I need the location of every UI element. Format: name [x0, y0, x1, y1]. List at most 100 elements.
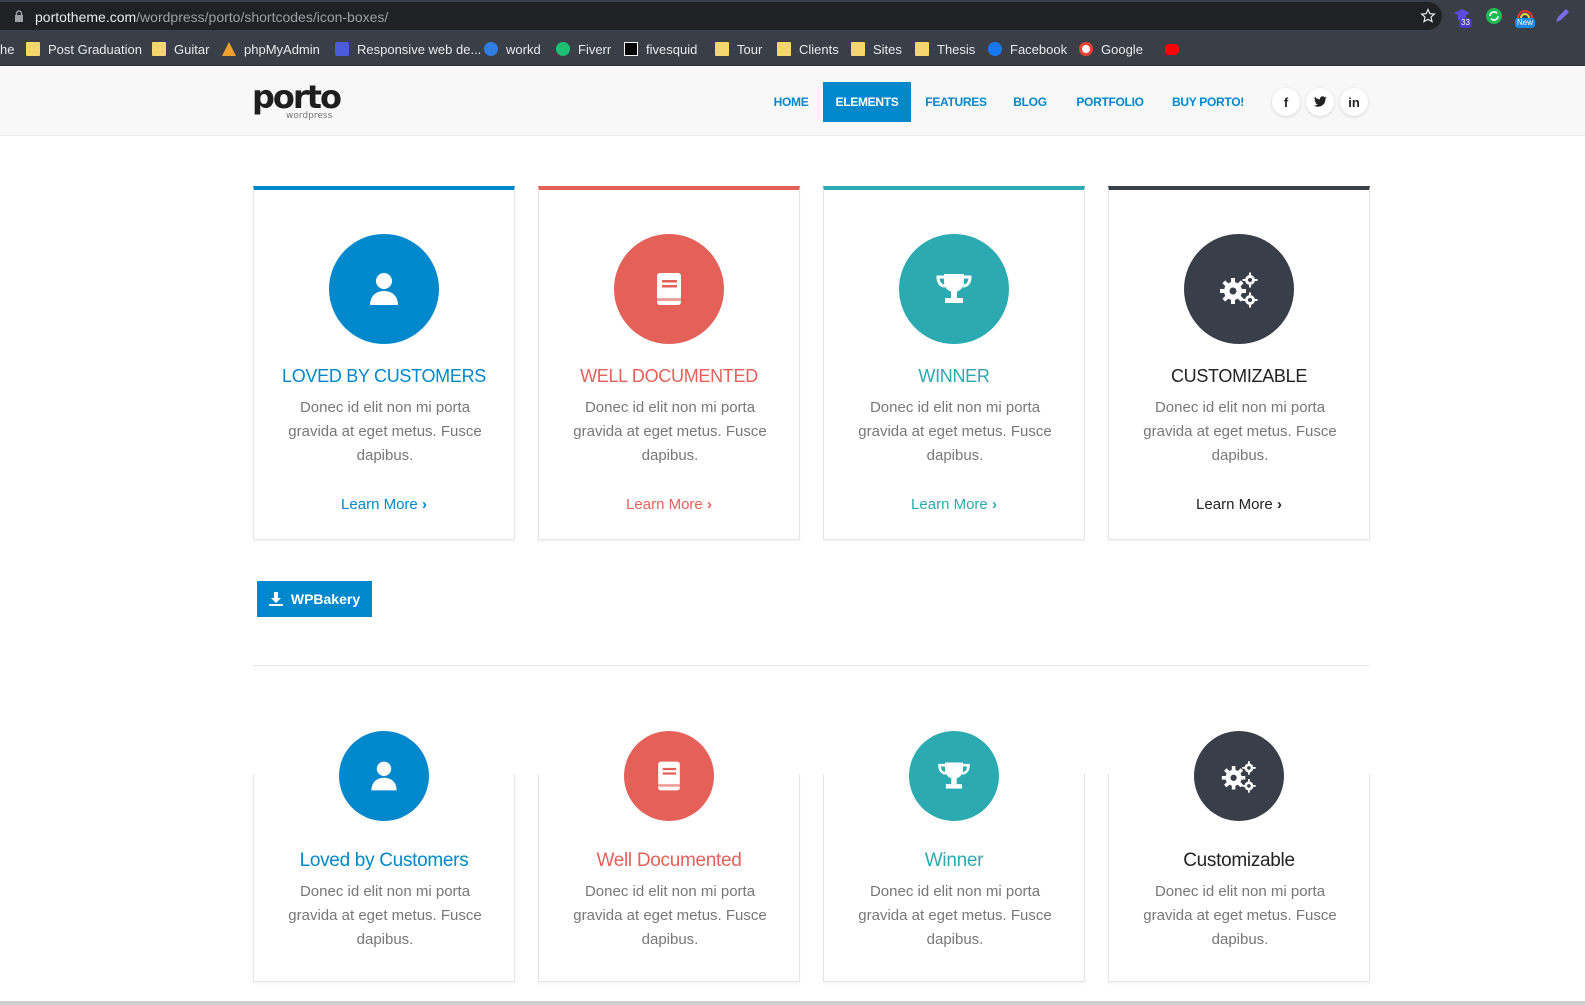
- learn-more-label: Learn More: [1196, 496, 1273, 513]
- google-icon: [1079, 42, 1093, 56]
- learn-more-link[interactable]: Learn More ›: [254, 496, 514, 513]
- bookmark-label: workd: [506, 41, 541, 57]
- bookmark-label: Google: [1101, 41, 1143, 57]
- linkedin-icon[interactable]: in: [1340, 88, 1368, 116]
- chevron-right-icon: ›: [991, 496, 997, 513]
- learn-more-label: Learn More: [626, 496, 703, 513]
- youtube-icon: [1165, 43, 1179, 55]
- icon-box-title: WINNER: [918, 366, 990, 386]
- icon-box-title: LOVED BY CUSTOMERS: [282, 366, 486, 386]
- bookmark-workd[interactable]: workd: [484, 40, 541, 58]
- wpbakery-button[interactable]: WPBakery: [257, 581, 372, 617]
- extension-badge-count: 33: [1459, 18, 1472, 28]
- trophy-icon: [899, 234, 1009, 344]
- icon-box-well-documented: WELL DOCUMENTED Donec id elit non mi por…: [538, 186, 800, 540]
- icon-box-title: Loved by Customers: [299, 850, 469, 871]
- icon-box-text: Donec id elit non mi porta gravida at eg…: [1143, 883, 1337, 948]
- nav-features[interactable]: FEATURES: [921, 82, 991, 122]
- twitter-icon[interactable]: [1306, 88, 1334, 116]
- chevron-right-icon: ›: [421, 496, 427, 513]
- nav-elements[interactable]: ELEMENTS: [823, 82, 911, 122]
- icon-box-text: Donec id elit non mi porta gravida at eg…: [858, 883, 1052, 948]
- bookmark-fivesquid[interactable]: fivesquid: [624, 40, 697, 58]
- lock-icon: [15, 10, 23, 22]
- bookmark-responsive-web-de[interactable]: Responsive web de...: [335, 40, 481, 58]
- folder-icon: [715, 42, 729, 56]
- nav-portfolio[interactable]: PORTFOLIO: [1073, 82, 1147, 122]
- page-bottom-edge: [0, 1001, 1585, 1005]
- learn-more-link[interactable]: Learn More ›: [824, 496, 1084, 513]
- bookmark-thesis[interactable]: Thesis: [915, 40, 975, 58]
- icon-box-loved-by-customers: LOVED BY CUSTOMERS Donec id elit non mi …: [253, 186, 515, 540]
- user-icon: [329, 234, 439, 344]
- phpmyadmin-icon: [222, 42, 236, 56]
- w-icon: [335, 42, 349, 56]
- facebook-icon[interactable]: f: [1272, 88, 1300, 116]
- learn-more-link[interactable]: Learn More ›: [539, 496, 799, 513]
- section-divider: [253, 665, 1370, 666]
- bookmark-label: Clients: [799, 41, 839, 57]
- site-header: porto wordpress HOME ELEMENTS FEATURES B…: [0, 66, 1585, 136]
- bookmark-he[interactable]: he: [0, 40, 14, 58]
- extension-badge-new: New: [1515, 18, 1536, 28]
- bookmark-post-graduation[interactable]: Post Graduation: [26, 40, 142, 58]
- icon-box-title: Customizable: [1183, 850, 1295, 871]
- user-icon: [339, 731, 429, 821]
- icon-box-text: Donec id elit non mi porta gravida at eg…: [288, 883, 482, 948]
- icon-box-title: CUSTOMIZABLE: [1170, 366, 1308, 386]
- bookmark-label: Post Graduation: [48, 41, 142, 57]
- icon-box-title: Well Documented: [596, 850, 742, 871]
- bookmark-label: Fiverr: [578, 41, 612, 57]
- bookmark-google[interactable]: Google: [1079, 40, 1143, 58]
- gears-icon: [1184, 234, 1294, 344]
- logo[interactable]: porto wordpress: [252, 78, 342, 121]
- icon-box-customizable: CUSTOMIZABLE Donec id elit non mi porta …: [1108, 186, 1370, 540]
- bookmark-phpmyadmin[interactable]: phpMyAdmin: [222, 40, 320, 58]
- extension-rainbow-icon[interactable]: New: [1515, 6, 1536, 28]
- gears-icon: [1194, 731, 1284, 821]
- folder-icon: [777, 42, 791, 56]
- extension-sync-icon[interactable]: [1484, 6, 1504, 26]
- bookmark-label: he: [0, 41, 15, 57]
- extension-pen-icon[interactable]: [1552, 6, 1572, 26]
- bookmark-fiverr[interactable]: Fiverr: [556, 40, 611, 58]
- folder-icon: [26, 42, 40, 56]
- icon-box-text: Donec id elit non mi porta gravida at eg…: [573, 399, 767, 464]
- bookmark-label: fivesquid: [646, 41, 698, 57]
- bookmark-star-icon[interactable]: [1420, 8, 1436, 24]
- bookmark-clients[interactable]: Clients: [777, 40, 839, 58]
- bookmarks-bar: he Post Graduation Guitar phpMyAdmin Respons…: [0, 32, 1585, 66]
- trophy-icon: [909, 731, 999, 821]
- download-icon: [268, 592, 283, 606]
- chevron-right-icon: ›: [706, 496, 712, 513]
- icon-box-text: Donec id elit non mi porta gravida at eg…: [573, 883, 767, 948]
- url-text: portotheme.com/wordpress/porto/shortcode…: [35, 9, 389, 25]
- book-icon: [614, 234, 724, 344]
- chevron-right-icon: ›: [1276, 496, 1282, 513]
- nav-buy-porto[interactable]: BUY PORTO!: [1168, 82, 1248, 122]
- icon-box-text: Donec id elit non mi porta gravida at eg…: [288, 399, 482, 464]
- bookmark-tour[interactable]: Tour: [715, 40, 762, 58]
- learn-more-label: Learn More: [341, 496, 418, 513]
- icon-box-text: Donec id elit non mi porta gravida at eg…: [1143, 399, 1337, 464]
- bookmark-label: Tour: [737, 41, 763, 57]
- browser-address-bar: portotheme.com/wordpress/porto/shortcode…: [0, 0, 1585, 32]
- facebook-icon: [988, 42, 1002, 56]
- bookmark-label: Guitar: [174, 41, 210, 57]
- book-icon: [624, 731, 714, 821]
- bookmark-guitar[interactable]: Guitar: [152, 40, 209, 58]
- logo-subtext: wordpress: [286, 111, 333, 121]
- learn-more-link[interactable]: Learn More ›: [1109, 496, 1369, 513]
- url-bar[interactable]: portotheme.com/wordpress/porto/shortcode…: [0, 2, 1442, 30]
- wpbakery-button-label: WPBakery: [290, 591, 361, 607]
- fivesquid-icon: [624, 42, 638, 56]
- bookmark-facebook[interactable]: Facebook: [988, 40, 1067, 58]
- bookmark-youtube[interactable]: [1165, 40, 1179, 58]
- workd-icon: [484, 42, 498, 56]
- nav-blog[interactable]: BLOG: [1009, 82, 1051, 122]
- bookmark-sites[interactable]: Sites: [851, 40, 902, 58]
- bookmark-label: Facebook: [1010, 41, 1068, 57]
- folder-icon: [851, 42, 865, 56]
- nav-home[interactable]: HOME: [768, 82, 814, 122]
- extension-graduation-icon[interactable]: 33: [1452, 6, 1472, 28]
